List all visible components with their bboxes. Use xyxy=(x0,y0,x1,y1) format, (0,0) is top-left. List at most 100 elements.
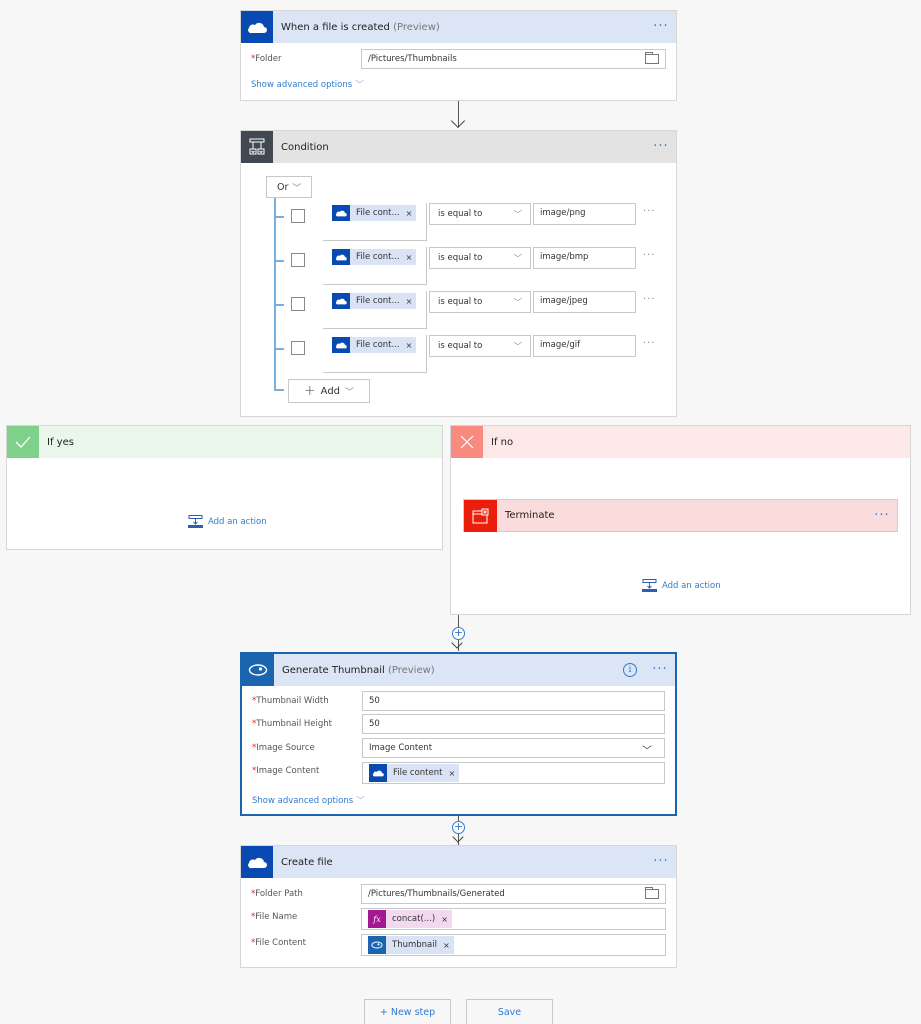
condition-value-input[interactable]: image/gif xyxy=(533,335,636,357)
add-action-label: Add an action xyxy=(662,580,721,591)
token-label: File content xyxy=(393,768,443,778)
preview-label: (Preview) xyxy=(387,664,435,676)
if-no-branch[interactable]: If no Terminate ··· Add an action xyxy=(450,425,911,615)
chevron-down-icon: ﹀ xyxy=(355,80,364,90)
condition-row-checkbox[interactable] xyxy=(291,341,305,355)
file-content-token[interactable]: File cont... × xyxy=(332,249,417,265)
image-source-row: *Image Source Image Content ﹀ xyxy=(252,738,665,758)
folder-path-row: *Folder Path /Pictures/Thumbnails/Genera… xyxy=(251,884,666,904)
folder-picker-icon[interactable] xyxy=(645,52,659,64)
chevron-down-icon: ﹀ xyxy=(513,298,522,308)
token-label: concat(...) xyxy=(392,914,436,924)
new-step-button[interactable]: + New step xyxy=(364,999,451,1024)
add-action-icon xyxy=(188,515,203,528)
label-text: Image Content xyxy=(256,766,320,776)
onedrive-cloud-icon xyxy=(332,337,350,353)
file-content-token[interactable]: File cont... × xyxy=(332,293,417,309)
create-file-title: Create file xyxy=(281,856,333,868)
condition-row-more-button[interactable]: ··· xyxy=(643,206,656,217)
save-button[interactable]: Save xyxy=(466,999,553,1024)
condition-icon xyxy=(241,131,273,163)
condition-value-input[interactable]: image/png xyxy=(533,203,636,225)
image-content-row: *Image Content File content × xyxy=(252,762,665,784)
checkmark-icon xyxy=(7,426,39,458)
condition-card[interactable]: Condition ··· Or ﹀ File cont... × is equal… xyxy=(240,130,677,417)
condition-value-input[interactable]: image/jpeg xyxy=(533,291,636,313)
condition-operator-dropdown[interactable]: is equal to ﹀ xyxy=(429,291,531,313)
condition-row-checkbox[interactable] xyxy=(291,253,305,267)
file-name-input[interactable]: fx concat(...) × xyxy=(361,908,666,930)
folder-picker-icon[interactable] xyxy=(645,887,659,899)
create-file-header[interactable]: Create file ··· xyxy=(241,846,676,878)
remove-token-icon[interactable]: × xyxy=(406,209,413,218)
file-name-row: *File Name fx concat(...) × xyxy=(251,908,666,930)
label-text: Thumbnail Width xyxy=(256,696,329,706)
condition-operator-dropdown[interactable]: is equal to ﹀ xyxy=(429,247,531,269)
remove-token-icon[interactable]: × xyxy=(406,297,413,306)
condition-operator-dropdown[interactable]: is equal to ﹀ xyxy=(429,335,531,357)
image-content-label: *Image Content xyxy=(252,766,352,776)
folder-row: *Folder /Pictures/Thumbnails xyxy=(251,49,666,69)
remove-token-icon[interactable]: × xyxy=(443,941,450,950)
onedrive-cloud-icon xyxy=(332,249,350,265)
condition-row-checkbox[interactable] xyxy=(291,209,305,223)
folder-path-input[interactable]: /Pictures/Thumbnails/Generated xyxy=(361,884,666,904)
add-button-label: Add xyxy=(320,385,341,397)
remove-token-icon[interactable]: × xyxy=(406,341,413,350)
info-icon[interactable]: i xyxy=(623,663,637,677)
trigger-show-advanced-options-link[interactable]: Show advanced options ﹀ xyxy=(251,78,364,90)
condition-row-checkbox[interactable] xyxy=(291,297,305,311)
concat-expression-token[interactable]: fx concat(...) × xyxy=(368,910,452,928)
operator-value: is equal to xyxy=(438,209,483,219)
remove-token-icon[interactable]: × xyxy=(406,253,413,262)
condition-left-operand[interactable]: File cont... × xyxy=(323,291,427,329)
condition-left-operand[interactable]: File cont... × xyxy=(323,335,427,373)
file-content-input[interactable]: Thumbnail × xyxy=(361,934,666,956)
plus-icon: + xyxy=(303,383,316,399)
terminate-more-options-button[interactable]: ··· xyxy=(867,509,897,522)
if-no-header[interactable]: If no xyxy=(451,426,910,458)
if-no-add-action-button[interactable]: Add an action xyxy=(642,579,721,592)
condition-operator-dropdown[interactable]: is equal to ﹀ xyxy=(429,203,531,225)
condition-row-more-button[interactable]: ··· xyxy=(643,250,656,261)
generate-thumbnail-header[interactable]: Generate Thumbnail (Preview) i ··· xyxy=(242,654,675,686)
image-source-dropdown[interactable]: Image Content ﹀ xyxy=(362,738,665,758)
create-file-more-options-button[interactable]: ··· xyxy=(646,855,676,868)
image-content-input[interactable]: File content × xyxy=(362,762,665,784)
create-file-card[interactable]: Create file ··· *Folder Path /Pictures/T… xyxy=(240,845,677,968)
file-content-token[interactable]: File cont... × xyxy=(332,205,417,221)
add-action-icon xyxy=(642,579,657,592)
thumbnail-token[interactable]: Thumbnail × xyxy=(368,936,454,954)
file-content-token[interactable]: File content × xyxy=(369,764,460,782)
condition-left-operand[interactable]: File cont... × xyxy=(323,247,427,285)
condition-more-options-button[interactable]: ··· xyxy=(646,140,676,153)
condition-row: File cont... × is equal to ﹀ image/gif ··· xyxy=(241,335,676,379)
file-content-token[interactable]: File cont... × xyxy=(332,337,417,353)
thumbnail-width-row: *Thumbnail Width 50 xyxy=(252,691,665,711)
chevron-down-icon: ﹀ xyxy=(513,342,522,352)
add-condition-button[interactable]: + Add ﹀ xyxy=(288,379,370,403)
if-yes-branch[interactable]: If yes Add an action xyxy=(6,425,443,550)
thumbnail-height-row: *Thumbnail Height 50 xyxy=(252,714,665,734)
condition-left-operand[interactable]: File cont... × xyxy=(323,203,427,241)
trigger-more-options-button[interactable]: ··· xyxy=(646,20,676,33)
condition-row-more-button[interactable]: ··· xyxy=(643,338,656,349)
generate-thumbnail-card[interactable]: Generate Thumbnail (Preview) i ··· *Thum… xyxy=(240,652,677,816)
terminate-action-card[interactable]: Terminate ··· xyxy=(463,499,898,532)
trigger-card-when-file-created[interactable]: When a file is created (Preview) ··· *Fo… xyxy=(240,10,677,101)
if-yes-add-action-button[interactable]: Add an action xyxy=(188,515,267,528)
remove-token-icon[interactable]: × xyxy=(448,769,455,778)
condition-row-more-button[interactable]: ··· xyxy=(643,294,656,305)
folder-input-value: /Pictures/Thumbnails xyxy=(368,54,457,64)
generate-thumbnail-show-advanced-options-link[interactable]: Show advanced options ﹀ xyxy=(252,794,365,806)
thumbnail-height-input[interactable]: 50 xyxy=(362,714,665,734)
if-yes-header[interactable]: If yes xyxy=(7,426,442,458)
condition-value-input[interactable]: image/bmp xyxy=(533,247,636,269)
generate-thumbnail-more-options-button[interactable]: ··· xyxy=(645,663,675,676)
remove-token-icon[interactable]: × xyxy=(441,915,448,924)
trigger-card-header[interactable]: When a file is created (Preview) ··· xyxy=(241,11,676,43)
condition-card-header[interactable]: Condition ··· xyxy=(241,131,676,163)
folder-input[interactable]: /Pictures/Thumbnails xyxy=(361,49,666,69)
thumbnail-width-input[interactable]: 50 xyxy=(362,691,665,711)
group-operator-dropdown[interactable]: Or ﹀ xyxy=(266,176,312,198)
